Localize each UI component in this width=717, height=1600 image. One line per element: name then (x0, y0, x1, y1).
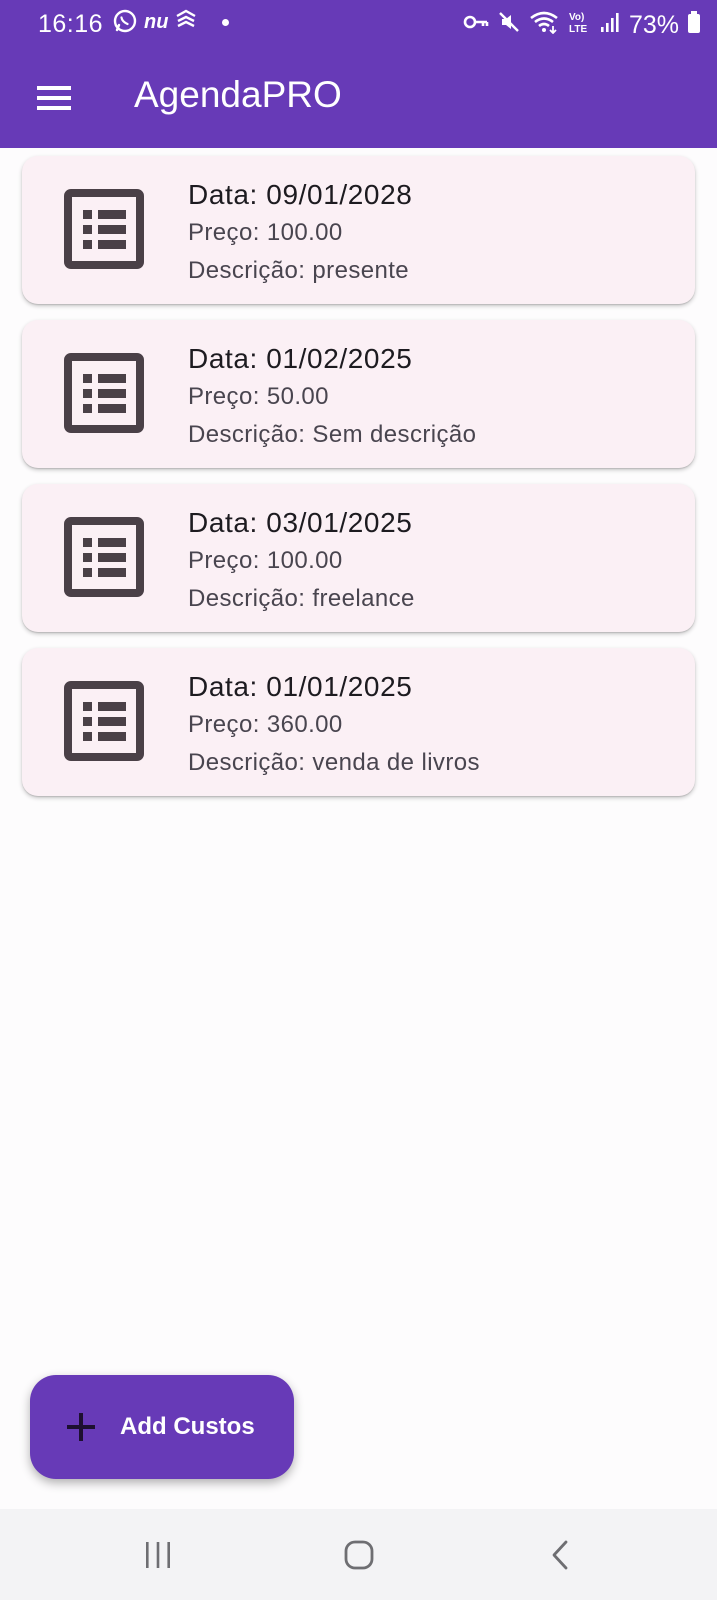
bank-icon (174, 8, 198, 36)
entry-date: Data: 01/01/2025 (188, 671, 413, 702)
list-document-icon (64, 681, 144, 761)
entry-date: Data: 01/02/2025 (188, 343, 413, 374)
card-text: Data: 03/01/2025 Preço: 100.00 Descrição… (188, 504, 415, 618)
status-right-icons: Vo) LTE 73% (463, 9, 701, 42)
home-button[interactable] (329, 1527, 389, 1583)
menu-icon (37, 86, 71, 110)
home-icon (344, 1540, 374, 1570)
card-text: Data: 01/02/2025 Preço: 50.00 Descrição:… (188, 340, 476, 454)
entry-price: Preço: 50.00 (188, 383, 329, 410)
cost-list: Data: 09/01/2028 Preço: 100.00 Descrição… (22, 156, 695, 812)
back-icon (552, 1540, 568, 1570)
svg-text:LTE: LTE (569, 24, 587, 35)
mute-icon (497, 10, 521, 41)
entry-description: Descrição: venda de livros (188, 749, 480, 776)
top-bar: 16:16 nu Vo) LTE 73% AgendaPRO (0, 0, 717, 148)
signal-icon (599, 11, 621, 40)
entry-description: Descrição: presente (188, 257, 410, 284)
list-document-icon (64, 189, 144, 269)
status-left-icons: nu (112, 8, 230, 36)
menu-button[interactable] (26, 70, 82, 126)
entry-price: Preço: 360.00 (188, 711, 343, 738)
battery-percentage: 73% (628, 11, 679, 39)
cost-card[interactable]: Data: 01/02/2025 Preço: 50.00 Descrição:… (22, 320, 695, 468)
recent-apps-button[interactable] (128, 1527, 188, 1583)
volte-icon: Vo) LTE (567, 9, 591, 42)
app-title: AgendaPRO (134, 74, 342, 115)
entry-description: Descrição: Sem descrição (188, 421, 477, 448)
battery-icon (687, 10, 701, 41)
system-nav-bar (0, 1509, 717, 1600)
status-bar: 16:16 nu Vo) LTE 73% (0, 0, 717, 50)
notification-dot (222, 18, 230, 26)
status-time: 16:16 (38, 10, 104, 38)
recent-apps-icon (146, 1542, 170, 1568)
back-button[interactable] (530, 1527, 590, 1583)
whatsapp-icon (112, 8, 138, 36)
svg-text:Vo): Vo) (569, 12, 584, 23)
cost-card[interactable]: Data: 09/01/2028 Preço: 100.00 Descrição… (22, 156, 695, 304)
app-bar: AgendaPRO (0, 50, 717, 148)
plus-icon (67, 1413, 95, 1441)
entry-date: Data: 03/01/2025 (188, 507, 413, 538)
entry-price: Preço: 100.00 (188, 219, 343, 246)
entry-date: Data: 09/01/2028 (188, 179, 413, 210)
card-text: Data: 01/01/2025 Preço: 360.00 Descrição… (188, 668, 480, 782)
list-document-icon (64, 517, 144, 597)
cost-card[interactable]: Data: 03/01/2025 Preço: 100.00 Descrição… (22, 484, 695, 632)
wifi-icon (529, 10, 559, 41)
entry-description: Descrição: freelance (188, 585, 415, 612)
vpn-key-icon (463, 11, 489, 40)
list-document-icon (64, 353, 144, 433)
nubank-icon: nu (144, 11, 169, 33)
cost-card[interactable]: Data: 01/01/2025 Preço: 360.00 Descrição… (22, 648, 695, 796)
entry-price: Preço: 100.00 (188, 547, 343, 574)
add-custos-button[interactable]: Add Custos (30, 1375, 294, 1479)
add-custos-label: Add Custos (120, 1413, 255, 1440)
card-text: Data: 09/01/2028 Preço: 100.00 Descrição… (188, 176, 412, 290)
